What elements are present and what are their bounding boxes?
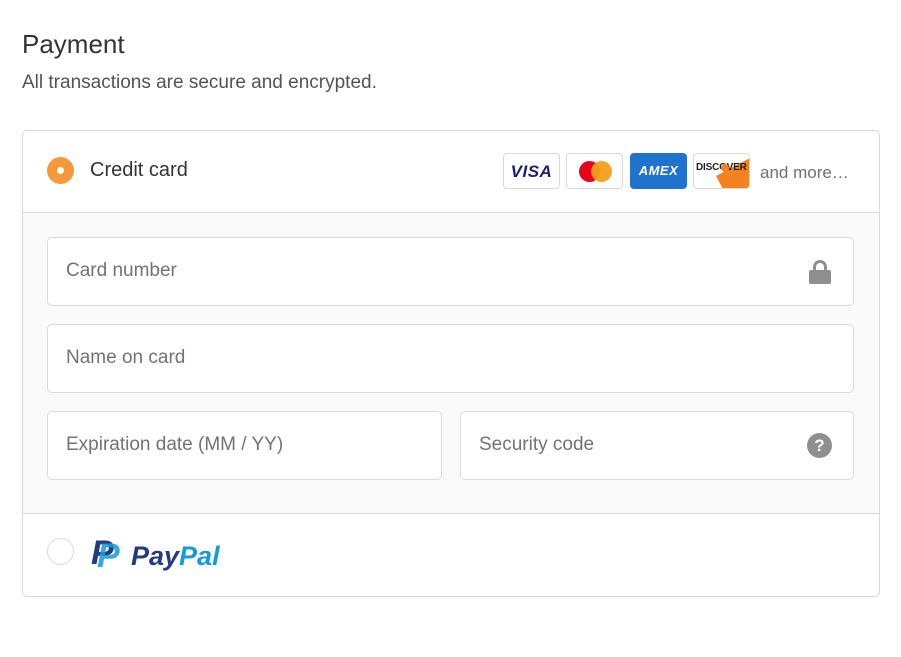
name-on-card-placeholder: Name on card [66, 347, 186, 368]
lock-icon [809, 260, 831, 284]
expiration-date-field[interactable]: Expiration date (MM / YY) [47, 411, 442, 480]
security-code-placeholder: Security code [479, 434, 595, 455]
mastercard-orange-circle [591, 161, 612, 182]
page-subtitle: All transactions are secure and encrypte… [22, 72, 377, 93]
paypal-radio[interactable] [47, 538, 74, 565]
mastercard-logo [566, 153, 623, 189]
page-title: Payment [22, 29, 125, 59]
credit-card-label[interactable]: Credit card [90, 159, 188, 182]
visa-logo-text: VISA [510, 162, 553, 181]
name-on-card-field[interactable]: Name on card [47, 324, 854, 393]
payment-methods-panel: Credit card VISA AMEX DISCOVER and more…… [22, 130, 880, 597]
security-code-field[interactable]: Security code ? [460, 411, 854, 480]
credit-card-form: Card number Name on card Expiration date… [23, 213, 879, 514]
card-number-placeholder: Card number [66, 260, 177, 281]
card-number-field[interactable]: Card number [47, 237, 854, 306]
discover-logo: DISCOVER [693, 153, 750, 189]
credit-card-radio[interactable] [47, 157, 74, 184]
more-cards-text: and more… [760, 163, 849, 182]
expiration-date-placeholder: Expiration date (MM / YY) [66, 434, 284, 455]
paypal-mark-light: P [97, 537, 120, 575]
amex-logo: AMEX [630, 153, 687, 189]
help-icon[interactable]: ? [807, 433, 832, 458]
paypal-wordmark: PayPal [131, 541, 220, 572]
paypal-logo: P P PayPal [89, 534, 239, 575]
visa-logo: VISA [503, 153, 560, 189]
paypal-option[interactable]: P P PayPal [23, 514, 879, 596]
credit-card-option[interactable]: Credit card VISA AMEX DISCOVER and more… [23, 131, 879, 213]
paypal-wordmark-pay: Pay [131, 541, 180, 571]
paypal-wordmark-pal: Pal [179, 541, 220, 571]
discover-dot [721, 164, 729, 172]
amex-logo-text: AMEX [638, 163, 679, 178]
